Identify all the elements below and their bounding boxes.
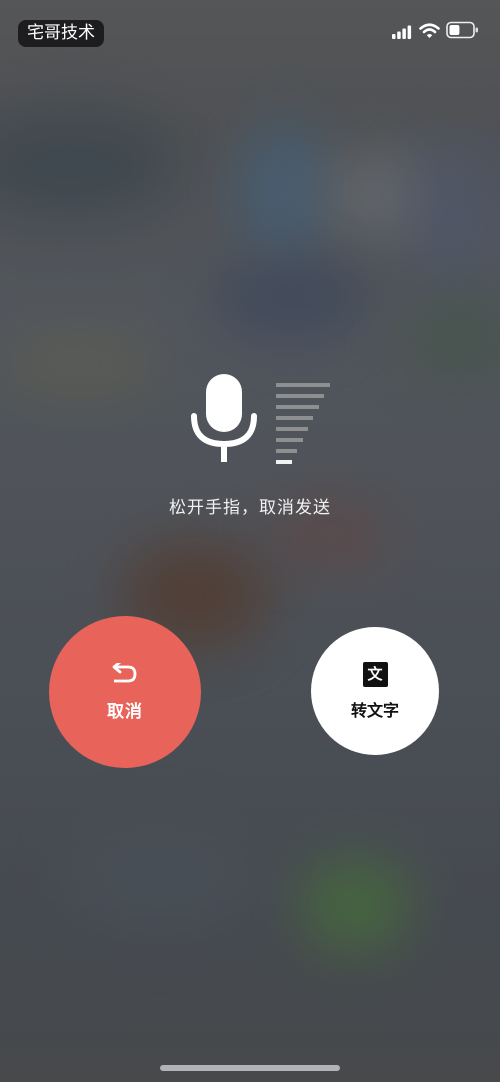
wifi-icon — [419, 23, 440, 38]
text-icon: 文 — [362, 661, 388, 687]
cancel-label: 取消 — [107, 701, 143, 722]
signal-icon — [392, 25, 412, 39]
status-bar: 宅哥技术 — [0, 0, 500, 60]
release-hint-text: 松开手指，取消发送 — [169, 498, 331, 518]
battery-icon — [446, 21, 478, 39]
convert-to-text-button[interactable]: 文 转文字 — [311, 627, 439, 755]
cancel-button[interactable]: 取消 — [49, 616, 201, 768]
convert-to-text-label: 转文字 — [350, 700, 399, 720]
home-indicator[interactable] — [160, 1065, 340, 1071]
volume-level-icon — [276, 383, 332, 465]
undo-arrow-icon — [112, 662, 137, 682]
microphone-icon — [191, 374, 257, 462]
app-name-badge[interactable]: 宅哥技术 — [18, 20, 104, 47]
blurred-background — [0, 0, 500, 1082]
